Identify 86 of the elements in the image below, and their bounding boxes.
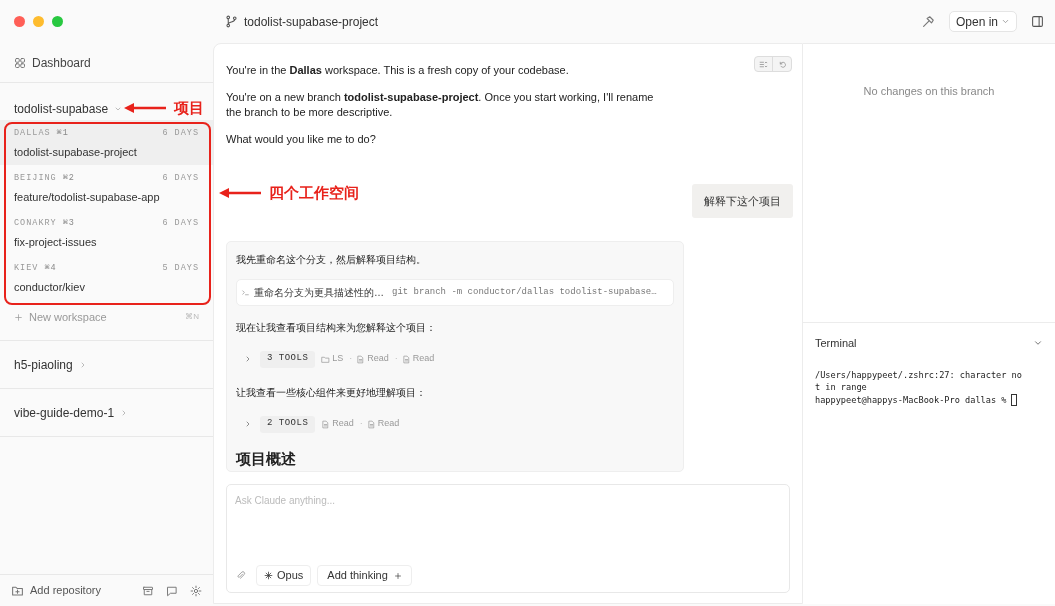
workspace-branch: feature/todolist-supabase-app xyxy=(14,189,161,205)
window-control-button[interactable] xyxy=(33,16,44,27)
panel-toggle-icon[interactable] xyxy=(1031,15,1044,28)
workspace-shortcut: ⌘1 xyxy=(56,127,69,140)
archive-icon[interactable] xyxy=(142,584,154,597)
tool-count-badge[interactable]: 2 TOOLS xyxy=(260,415,316,433)
sparkle-icon xyxy=(264,571,273,580)
message-text: What would you like me to do? xyxy=(226,132,377,147)
file-icon xyxy=(366,419,376,429)
user-message-bubble: 解释下这个项目 xyxy=(692,184,793,218)
file-icon xyxy=(356,354,366,364)
terminal-header[interactable]: Terminal xyxy=(803,335,1055,352)
command-text: git branch -m conductor/dallas todolist-supabase… xyxy=(392,285,657,299)
tool-name: Read xyxy=(412,352,435,366)
tool-name: Read xyxy=(367,352,389,366)
command-title: 重命名分支为更具描述性的… xyxy=(254,286,384,300)
window-control-button[interactable] xyxy=(14,16,25,27)
terminal-line: happypeet@happys-MacBook-Pro dallas % xyxy=(815,393,1007,406)
folder-plus-icon xyxy=(11,584,24,597)
section-heading: 项目概述 xyxy=(236,449,297,469)
chat-icon[interactable] xyxy=(166,584,178,597)
message-text: You're on a new branch todolist-supabase-project. Once you start working, I'll rename the branch to be more descriptive. xyxy=(226,90,655,120)
tool-name: Read xyxy=(332,417,354,431)
workspace-age: 5 DAYS xyxy=(162,262,199,275)
annotation-label: 四个工作空间 xyxy=(269,183,359,203)
workspace-shortcut: ⌘2 xyxy=(62,172,75,185)
workspace-shortcut: ⌘4 xyxy=(44,262,57,275)
message-text: 现在让我查看项目结构来为您解释这个项目： xyxy=(236,321,437,335)
separator-dot: · xyxy=(349,352,353,366)
annotation-label: 项目 xyxy=(174,98,204,118)
terminal-line: t in range xyxy=(815,381,867,394)
project-header[interactable]: vibe-guide-demo-1 xyxy=(14,404,129,421)
project-header[interactable]: todolist-supabase xyxy=(14,100,123,117)
grid-icon xyxy=(14,56,26,69)
project-header[interactable]: h5-piaoling xyxy=(14,356,87,373)
paperclip-icon[interactable] xyxy=(235,570,246,581)
terminal-cursor xyxy=(1011,393,1018,406)
add-thinking-button[interactable]: Add thinking xyxy=(317,565,412,586)
workspace-age: 6 DAYS xyxy=(162,217,199,230)
terminal-line: /Users/happypeet/.zshrc:27: character no xyxy=(815,368,1022,381)
workspace-item[interactable]: DALLAS ⌘1 6 DAYS todolist-supabase-project xyxy=(0,120,213,165)
message-text: You're in the Dallas workspace. This is a fresh copy of your codebase. xyxy=(226,63,570,78)
tool-count-badge[interactable]: 3 TOOLS xyxy=(260,350,316,368)
chevron-right-icon[interactable] xyxy=(244,355,252,363)
workspace-city: CONAKRY xyxy=(14,217,57,230)
plus-icon xyxy=(393,571,402,580)
workspace-item[interactable]: KIEV ⌘4 5 DAYS conductor/kiev xyxy=(0,255,213,300)
terminal-prompt-icon xyxy=(241,288,250,297)
workspace-item[interactable]: BEIJING ⌘2 6 DAYS feature/todolist-supabase-app xyxy=(0,165,213,210)
caret-icon xyxy=(1001,17,1010,26)
separator-dot: · xyxy=(359,417,363,431)
add-repository-button[interactable]: Add repository xyxy=(11,582,130,599)
file-icon xyxy=(321,419,331,429)
settings-icon[interactable] xyxy=(190,584,202,597)
open-in-button[interactable]: Open in xyxy=(948,11,1017,32)
workspace-city: BEIJING xyxy=(14,172,57,185)
empty-state-text: No changes on this branch xyxy=(863,84,995,99)
workspace-city: KIEV xyxy=(14,262,39,275)
annotation-arrow xyxy=(124,103,166,114)
branch-icon xyxy=(225,15,238,28)
workspace-branch: conductor/kiev xyxy=(14,279,86,295)
workspace-branch: fix-project-issues xyxy=(14,234,98,250)
tool-name: LS xyxy=(332,352,344,366)
message-input-field[interactable]: Ask Claude anything... Opus Add thinking xyxy=(226,484,790,593)
workspace-age: 6 DAYS xyxy=(162,127,199,140)
workspace-branch: todolist-supabase-project xyxy=(14,144,138,160)
annotation-arrow xyxy=(219,188,261,199)
message-text: 让我查看一些核心组件来更好地理解项目： xyxy=(236,386,427,400)
hammer-icon[interactable] xyxy=(920,14,935,29)
shortcut-hint: ⌘N xyxy=(185,311,199,323)
workspace-shortcut: ⌘3 xyxy=(62,217,75,230)
workspace-age: 6 DAYS xyxy=(162,172,199,185)
undo-icon xyxy=(777,59,787,69)
window-control-button[interactable] xyxy=(52,16,63,27)
list-icon xyxy=(759,59,768,69)
folder-icon xyxy=(321,354,331,364)
workspace-item[interactable]: CONAKRY ⌘3 6 DAYS fix-project-issues xyxy=(0,210,213,255)
chevron-right-icon[interactable] xyxy=(244,420,252,428)
file-icon xyxy=(401,354,411,364)
separator-dot: · xyxy=(394,352,398,366)
plus-icon xyxy=(14,312,23,322)
workspace-city: DALLAS xyxy=(14,127,51,140)
message-text: 我先重命名这个分支，然后解释项目结构。 xyxy=(236,253,427,267)
branch-name: todolist-supabase-project xyxy=(244,13,379,31)
model-button[interactable]: Opus xyxy=(256,565,312,586)
tool-name: Read xyxy=(377,417,400,431)
